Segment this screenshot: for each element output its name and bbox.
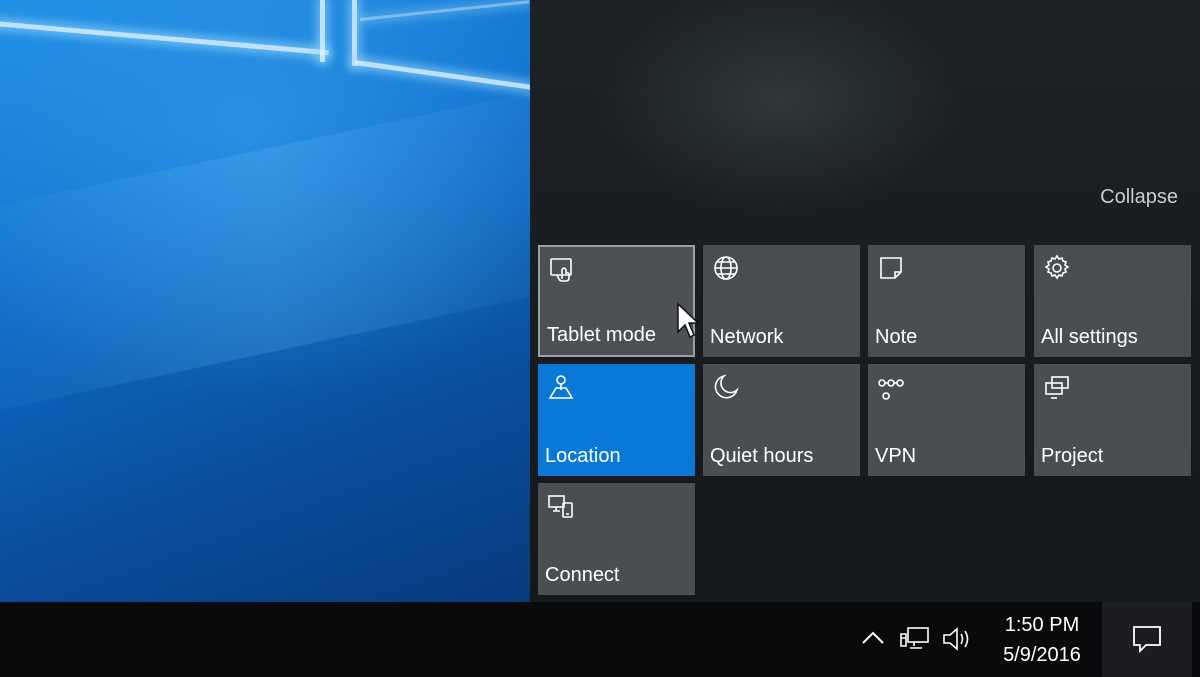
network-icon[interactable] — [898, 622, 932, 656]
clock-date: 5/9/2016 — [1003, 644, 1081, 666]
tablet-mode-icon — [550, 258, 572, 282]
tile-all-settings[interactable]: All settings — [1034, 245, 1191, 357]
taskbar: 1:50 PM 5/9/2016 — [0, 602, 1200, 677]
tile-vpn[interactable]: VPN — [868, 364, 1025, 476]
wallpaper-light-glow — [0, 79, 530, 421]
desktop-wallpaper — [0, 0, 530, 602]
tile-note[interactable]: Note — [868, 245, 1025, 357]
volume-icon[interactable] — [940, 622, 974, 656]
tile-label: Location — [545, 445, 621, 467]
tile-label: Network — [710, 326, 784, 348]
tile-connect[interactable]: Connect — [538, 483, 695, 595]
project-icon — [1045, 376, 1069, 399]
clock-time: 1:50 PM — [1004, 614, 1080, 636]
wallpaper-window-beam — [359, 0, 530, 21]
tile-label: All settings — [1041, 326, 1138, 348]
globe-icon — [714, 256, 738, 280]
tile-label: Note — [875, 326, 918, 348]
moon-icon — [714, 374, 739, 399]
chevron-up-icon[interactable] — [856, 622, 890, 656]
wallpaper-window-beam — [0, 18, 329, 56]
tile-label: Tablet mode — [547, 324, 656, 346]
tile-tablet-mode[interactable]: Tablet mode — [538, 245, 695, 357]
tile-label: Connect — [545, 564, 620, 586]
location-icon — [548, 375, 574, 399]
screen: Collapse Tablet mode Network Note All se… — [0, 0, 1200, 677]
gear-icon — [1044, 254, 1070, 280]
system-clock[interactable]: 1:50 PM 5/9/2016 — [992, 610, 1092, 670]
connect-icon — [548, 495, 573, 518]
wallpaper-window-beam — [320, 0, 325, 62]
tile-label: Quiet hours — [710, 445, 814, 467]
action-center-icon — [1133, 626, 1161, 654]
tile-quiet-hours[interactable]: Quiet hours — [703, 364, 860, 476]
tile-label: VPN — [875, 445, 917, 467]
tile-project[interactable]: Project — [1034, 364, 1191, 476]
action-center-button[interactable] — [1102, 602, 1192, 677]
tile-label: Project — [1041, 445, 1104, 467]
tile-location[interactable]: Location — [538, 364, 695, 476]
vpn-icon — [878, 379, 904, 400]
wallpaper-window-beam — [352, 0, 357, 66]
note-icon — [880, 257, 902, 279]
collapse-link[interactable]: Collapse — [1100, 186, 1178, 209]
wallpaper-window-beam — [354, 60, 530, 91]
mouse-cursor-icon — [677, 302, 700, 339]
tile-network[interactable]: Network — [703, 245, 860, 357]
